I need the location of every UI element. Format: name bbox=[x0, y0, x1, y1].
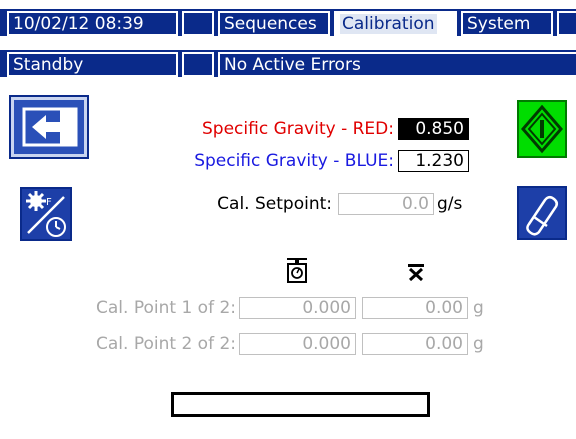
svg-text:F: F bbox=[46, 197, 52, 208]
header-bar: 10/02/12 08:39 Sequences Calibration Sys… bbox=[0, 9, 576, 36]
calibration-settings-button[interactable]: F bbox=[20, 187, 72, 241]
tab-system[interactable]: System bbox=[461, 11, 553, 36]
status-spacer bbox=[182, 52, 214, 77]
sg-red-input[interactable]: 0.850 bbox=[398, 118, 469, 140]
eraser-icon bbox=[526, 196, 558, 236]
tab-sequences[interactable]: Sequences bbox=[218, 11, 330, 36]
cal-point-2-label: Cal. Point 2 of 2: bbox=[96, 334, 236, 354]
cal-point-1-unit: g bbox=[473, 298, 484, 318]
cal-point-1-value2[interactable]: 0.00 bbox=[362, 297, 468, 319]
setpoint-unit: g/s bbox=[437, 194, 463, 214]
cal-point-1-value1[interactable]: 0.000 bbox=[239, 297, 356, 319]
tab-calibration[interactable]: Calibration bbox=[334, 11, 457, 36]
setpoint-label: Cal. Setpoint: bbox=[217, 194, 332, 214]
calibration-screen: 10/02/12 08:39 Sequences Calibration Sys… bbox=[0, 0, 576, 439]
cal-point-2-value2[interactable]: 0.00 bbox=[362, 333, 468, 355]
datetime: 10/02/12 08:39 bbox=[7, 11, 178, 36]
cal-point-1-label: Cal. Point 1 of 2: bbox=[96, 298, 236, 318]
start-button[interactable] bbox=[517, 100, 567, 158]
tab-more[interactable] bbox=[557, 11, 576, 36]
erase-button[interactable] bbox=[517, 186, 567, 240]
sg-red-label: Specific Gravity - RED: bbox=[202, 119, 394, 139]
status-text: Standby bbox=[7, 52, 178, 77]
exit-arrow-icon bbox=[22, 107, 78, 147]
gear-clock-icon: F bbox=[26, 191, 66, 237]
sg-blue-label: Specific Gravity - BLUE: bbox=[194, 151, 394, 171]
sg-blue-input[interactable]: 1.230 bbox=[398, 150, 469, 172]
cal-point-2-value1[interactable]: 0.000 bbox=[239, 333, 356, 355]
cal-point-2-unit: g bbox=[473, 334, 484, 354]
status-bar: Standby No Active Errors bbox=[0, 50, 576, 77]
progress-bar bbox=[171, 392, 430, 417]
exit-button[interactable] bbox=[9, 95, 89, 159]
setpoint-input[interactable]: 0.0 bbox=[338, 193, 434, 215]
x-bar-icon bbox=[408, 264, 424, 281]
scale-icon bbox=[287, 258, 307, 283]
header-spacer bbox=[182, 11, 214, 36]
errors-text: No Active Errors bbox=[218, 52, 576, 77]
tab-calibration-label: Calibration bbox=[340, 14, 437, 34]
start-diamond-icon bbox=[521, 104, 563, 154]
